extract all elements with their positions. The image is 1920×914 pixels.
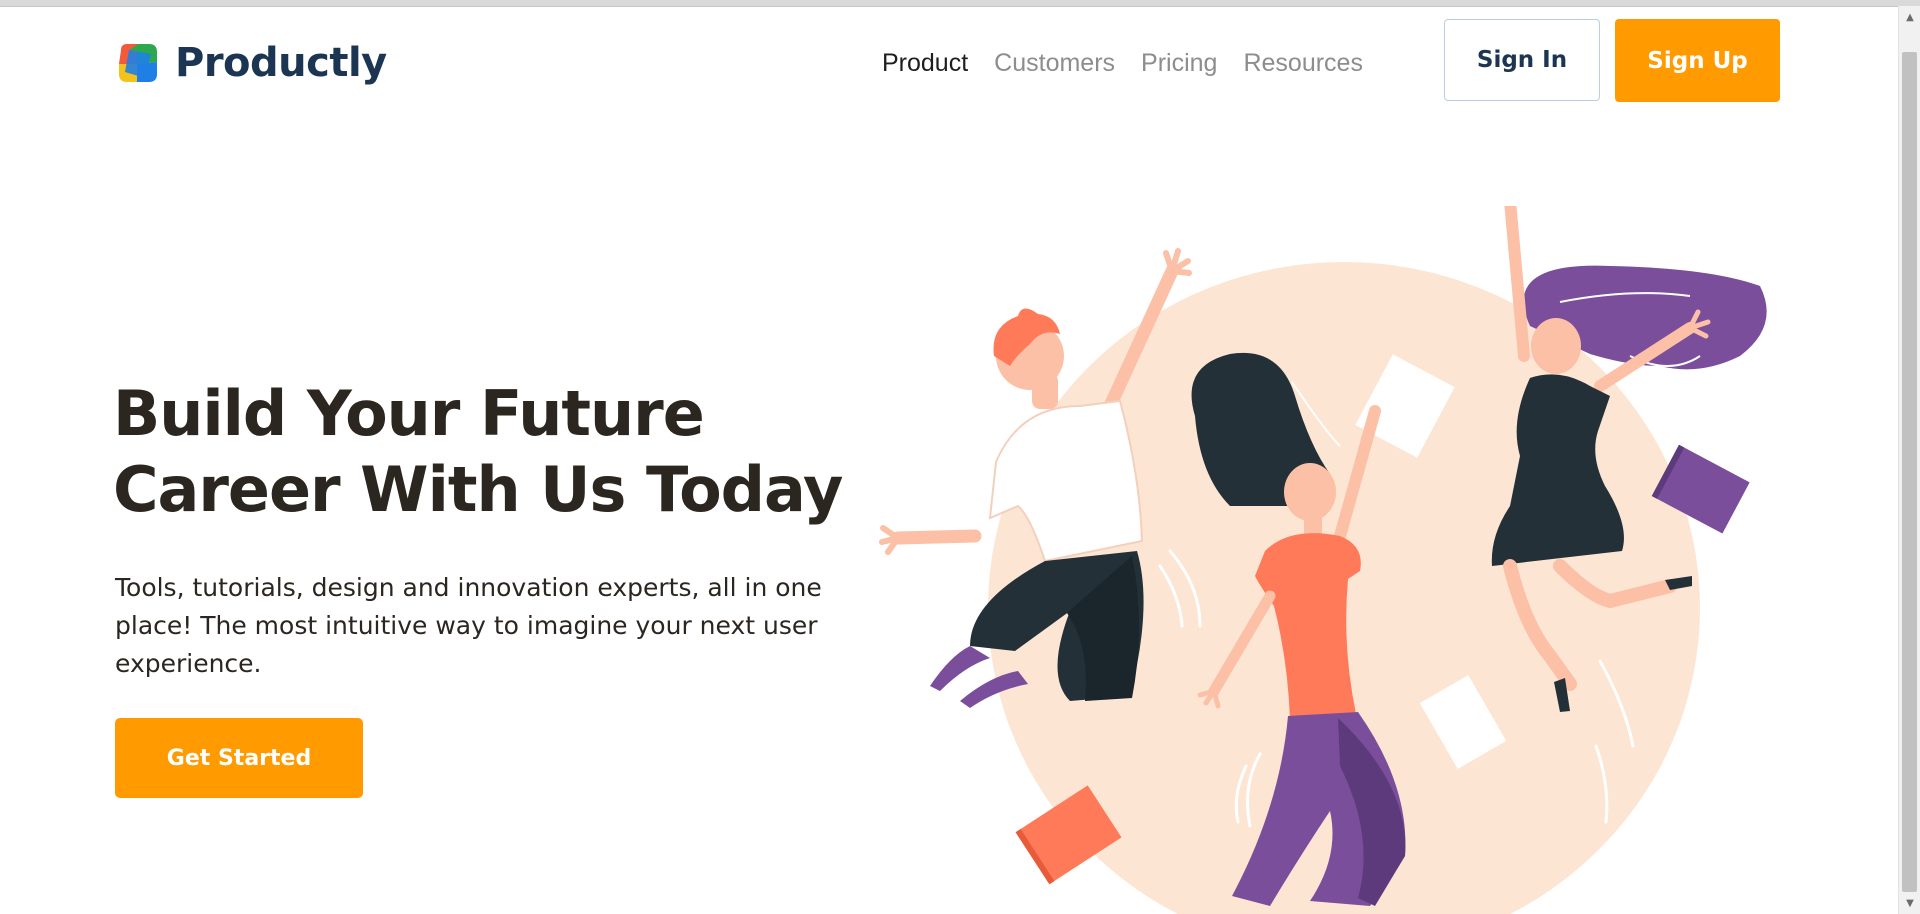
hero-title-line-1: Build Your Future [113, 377, 705, 450]
main-nav: Product Customers Pricing Resources [882, 49, 1363, 78]
brand-name: Productly [175, 40, 387, 86]
nav-product[interactable]: Product [882, 49, 968, 78]
page-scrollbar[interactable]: ▲ ▼ [1898, 6, 1920, 914]
scroll-down-arrow-icon[interactable]: ▼ [1899, 894, 1920, 912]
sign-in-button[interactable]: Sign In [1444, 19, 1600, 101]
brand-logo[interactable]: Productly [115, 40, 387, 86]
nav-customers[interactable]: Customers [994, 49, 1115, 78]
nav-resources[interactable]: Resources [1243, 49, 1363, 78]
hero-illustration [879, 206, 1767, 914]
scroll-thumb[interactable] [1902, 52, 1917, 892]
hero-subtitle: Tools, tutorials, design and innovation … [115, 573, 822, 678]
scroll-up-arrow-icon[interactable]: ▲ [1899, 8, 1920, 26]
sign-up-button[interactable]: Sign Up [1615, 19, 1780, 102]
logo-icon [119, 44, 157, 82]
get-started-button[interactable]: Get Started [115, 718, 363, 798]
landing-page: Productly Product Customers Pricing Reso… [0, 6, 1898, 914]
hero-title-line-2: Career With Us Today [113, 453, 843, 526]
hero-title: Build Your Future Career With Us Today [113, 376, 873, 528]
nav-pricing[interactable]: Pricing [1141, 49, 1217, 78]
